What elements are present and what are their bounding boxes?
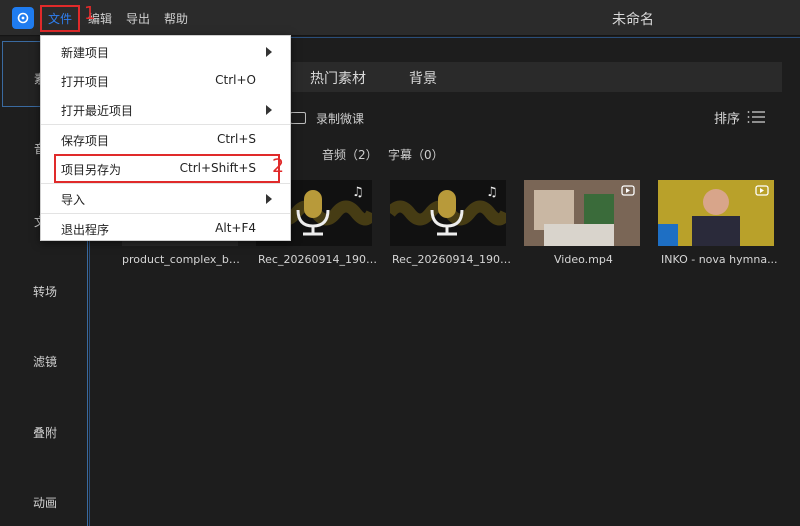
media-thumbnail-video[interactable] [524,180,640,246]
menu-item-exit[interactable]: 退出程序 Alt+F4 [41,214,290,243]
menu-export[interactable]: 导出 [126,10,150,27]
chevron-right-icon [266,194,272,204]
sidebar-item-transition[interactable]: 转场 [33,283,57,300]
step-number-2: 2 [272,155,285,177]
filter-audio[interactable]: 音频（2） [322,146,378,163]
title-bar: 文件 编辑 导出 帮助 1 未命名 [0,0,800,36]
app-logo-icon[interactable] [12,7,34,29]
tab-background[interactable]: 背景 [409,68,437,88]
media-label: Rec_20260914_1909... [392,253,512,266]
sidebar-item-filter[interactable]: 滤镜 [33,353,57,370]
sidebar-item-overlay[interactable]: 叠附 [33,424,57,441]
menu-item-import[interactable]: 导入 [41,184,290,213]
sort-button[interactable]: 排序 [714,108,740,127]
record-icon[interactable] [290,112,306,124]
media-label: Video.mp4 [554,253,613,266]
menu-item-save-project[interactable]: 保存项目 Ctrl+S [41,125,290,154]
step-number-1: 1 [84,3,96,24]
media-thumbnail-video[interactable] [658,180,774,246]
svg-text:♫: ♫ [352,185,364,200]
sidebar-item-animation[interactable]: 动画 [33,494,57,511]
chevron-right-icon [266,47,272,57]
window-title: 未命名 [612,12,654,28]
tab-hot-media[interactable]: 热门素材 [310,68,366,88]
menu-item-new-project[interactable]: 新建项目 [41,37,290,66]
svg-text:♫: ♫ [486,185,498,200]
media-label: Rec_20260914_1909... [258,253,378,266]
highlight-box-file [40,5,80,32]
menu-item-open-recent[interactable]: 打开最近项目 [41,95,290,124]
menu-item-open-project[interactable]: 打开项目 Ctrl+O [41,66,290,95]
menu-help[interactable]: 帮助 [164,10,188,27]
file-menu-dropdown: 新建项目 打开项目 Ctrl+O 打开最近项目 保存项目 Ctrl+S 项目另存… [40,35,291,241]
chevron-right-icon [266,105,272,115]
media-label: INKO - nova hymna... [661,253,778,266]
tab-bar: 热门素材 背景 [292,62,782,92]
sort-icon[interactable] [747,110,765,124]
record-lesson-button[interactable]: 录制微课 [316,110,364,127]
media-thumbnail-audio[interactable]: ♫ [390,180,506,246]
filter-subtitle[interactable]: 字幕（0） [388,146,444,163]
media-label: product_complex_bg... [122,253,242,266]
highlight-box-save-as [54,154,280,183]
